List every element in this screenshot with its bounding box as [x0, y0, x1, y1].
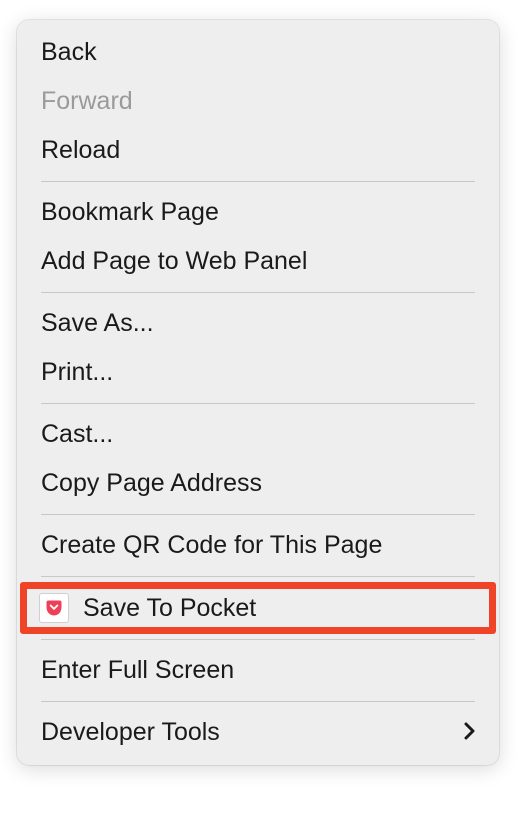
- menu-item-label: Create QR Code for This Page: [41, 531, 382, 560]
- menu-separator: [41, 292, 475, 293]
- menu-separator: [41, 403, 475, 404]
- menu-item-bookmark-page[interactable]: Bookmark Page: [17, 188, 499, 237]
- menu-item-label: Enter Full Screen: [41, 656, 234, 685]
- menu-item-label: Print...: [41, 358, 113, 387]
- menu-item-label: Copy Page Address: [41, 469, 262, 498]
- menu-item-label: Add Page to Web Panel: [41, 247, 307, 276]
- menu-item-label: Save To Pocket: [83, 594, 256, 623]
- menu-item-back[interactable]: Back: [17, 28, 499, 77]
- menu-item-copy-address[interactable]: Copy Page Address: [17, 459, 499, 508]
- menu-separator: [41, 514, 475, 515]
- menu-item-save-to-pocket[interactable]: Save To Pocket: [21, 583, 495, 633]
- menu-item-label: Cast...: [41, 420, 113, 449]
- menu-item-label: Bookmark Page: [41, 198, 219, 227]
- pocket-icon: [39, 593, 69, 623]
- menu-item-developer-tools[interactable]: Developer Tools: [17, 708, 499, 757]
- menu-item-label: Developer Tools: [41, 718, 220, 747]
- menu-item-label: Reload: [41, 136, 120, 165]
- menu-item-add-to-web-panel[interactable]: Add Page to Web Panel: [17, 237, 499, 286]
- menu-item-enter-full-screen[interactable]: Enter Full Screen: [17, 646, 499, 695]
- menu-item-create-qr[interactable]: Create QR Code for This Page: [17, 521, 499, 570]
- menu-item-forward: Forward: [17, 77, 499, 126]
- menu-separator: [41, 576, 475, 577]
- chevron-right-icon: [464, 720, 475, 746]
- menu-item-label: Back: [41, 38, 97, 67]
- menu-separator: [41, 639, 475, 640]
- menu-item-save-as[interactable]: Save As...: [17, 299, 499, 348]
- context-menu: Back Forward Reload Bookmark Page Add Pa…: [17, 20, 499, 765]
- menu-item-cast[interactable]: Cast...: [17, 410, 499, 459]
- menu-item-reload[interactable]: Reload: [17, 126, 499, 175]
- menu-item-label: Forward: [41, 87, 133, 116]
- menu-separator: [41, 181, 475, 182]
- menu-item-label: Save As...: [41, 309, 154, 338]
- menu-item-print[interactable]: Print...: [17, 348, 499, 397]
- menu-separator: [41, 701, 475, 702]
